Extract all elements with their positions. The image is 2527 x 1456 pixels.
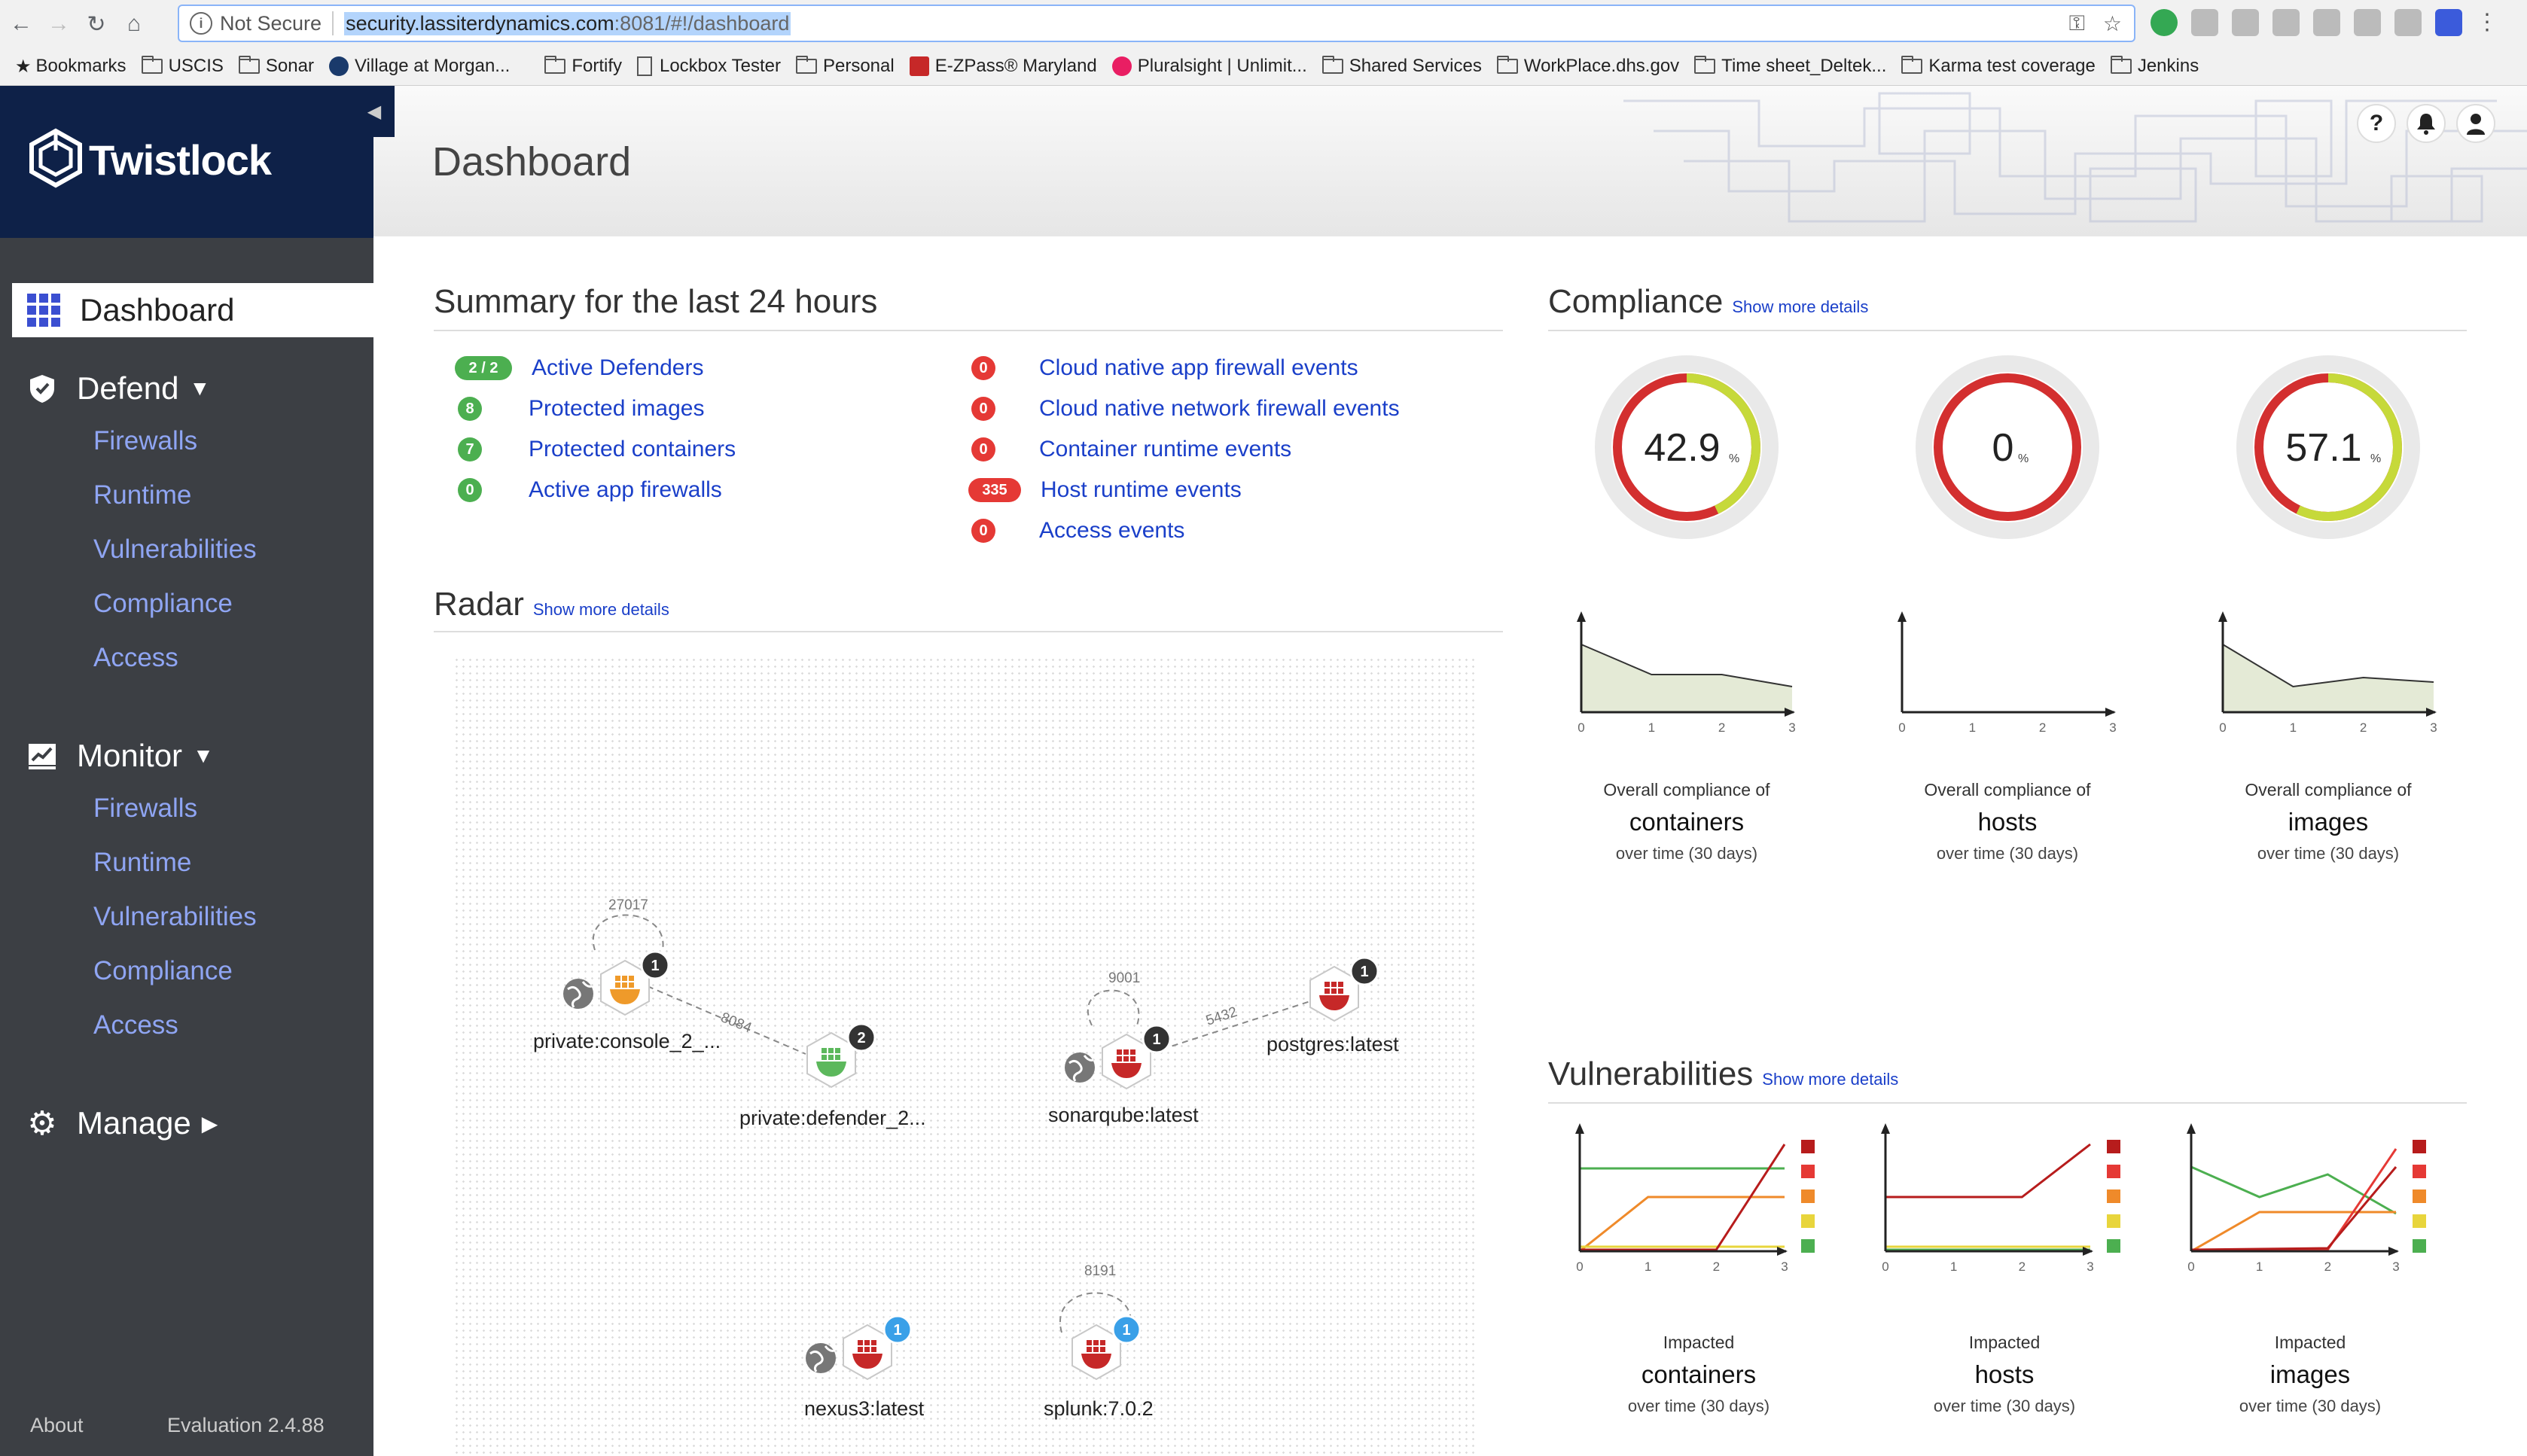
- severity-legend-swatch: [2413, 1189, 2426, 1203]
- caption-line: Impacted: [2274, 1333, 2346, 1352]
- severity-legend-swatch: [2107, 1165, 2120, 1178]
- series-line: [1885, 1143, 2091, 1199]
- vulnerability-caption: Impacted images over time (30 days): [2160, 1333, 2461, 1416]
- caption-line: over time (30 days): [1933, 1397, 2076, 1415]
- severity-legend-swatch: [2107, 1239, 2120, 1253]
- severity-legend-swatch: [2413, 1239, 2426, 1253]
- axis-tick-label: 0: [1576, 1260, 1583, 1274]
- series-line: [2190, 1165, 2397, 1215]
- sidebar-collapse-button[interactable]: ◀: [354, 86, 395, 137]
- axis-tick-label: 2: [2019, 1260, 2026, 1274]
- axis-tick-label: 2: [2324, 1260, 2331, 1274]
- vulnerability-chart: 0 1 2 3: [2187, 1123, 2426, 1274]
- severity-legend-swatch: [2107, 1189, 2120, 1203]
- severity-legend-swatch: [1801, 1189, 1815, 1203]
- caption-title: containers: [1641, 1360, 1757, 1388]
- axis-tick-label: 1: [2256, 1260, 2263, 1274]
- axis-tick-label: 1: [1645, 1260, 1651, 1274]
- series-line: [2190, 1211, 2396, 1253]
- severity-legend-swatch: [1801, 1214, 1815, 1228]
- severity-legend-swatch: [2107, 1140, 2120, 1153]
- severity-legend-swatch: [2413, 1214, 2426, 1228]
- severity-legend-swatch: [1801, 1165, 1815, 1178]
- caption-title: images: [2269, 1360, 2351, 1388]
- vulnerability-chart: 0 1 2 3: [1881, 1123, 2120, 1274]
- axis-tick-label: 3: [2087, 1260, 2093, 1274]
- severity-legend-swatch: [1801, 1140, 1815, 1153]
- caption-line: Impacted: [1968, 1333, 2041, 1352]
- axis-tick-label: 0: [2187, 1260, 2194, 1274]
- vulnerability-charts: 0 1 2 3 0 1 2 3 0 1 2 3: [1575, 1123, 2426, 1274]
- caption-title: hosts: [1974, 1360, 2035, 1388]
- severity-legend-swatch: [2107, 1214, 2120, 1228]
- vulnerability-chart: 0 1 2 3: [1575, 1123, 1815, 1274]
- axis-tick-label: 3: [1781, 1260, 1788, 1274]
- caption-line: over time (30 days): [2239, 1397, 2382, 1415]
- axis-tick-label: 2: [1713, 1260, 1720, 1274]
- caption-line: over time (30 days): [1627, 1397, 1770, 1415]
- caption-line: Impacted: [1663, 1333, 1735, 1352]
- axis-tick-label: 0: [1882, 1260, 1888, 1274]
- severity-legend-swatch: [2413, 1165, 2426, 1178]
- series-line: [1579, 1196, 1785, 1253]
- severity-legend-swatch: [1801, 1239, 1815, 1253]
- axis-tick-label: 1: [1950, 1260, 1957, 1274]
- vulnerability-caption: Impacted containers over time (30 days): [1548, 1333, 1849, 1416]
- severity-legend-swatch: [2413, 1140, 2426, 1153]
- axis-tick-label: 3: [2392, 1260, 2399, 1274]
- vulnerability-caption: Impacted hosts over time (30 days): [1854, 1333, 2155, 1416]
